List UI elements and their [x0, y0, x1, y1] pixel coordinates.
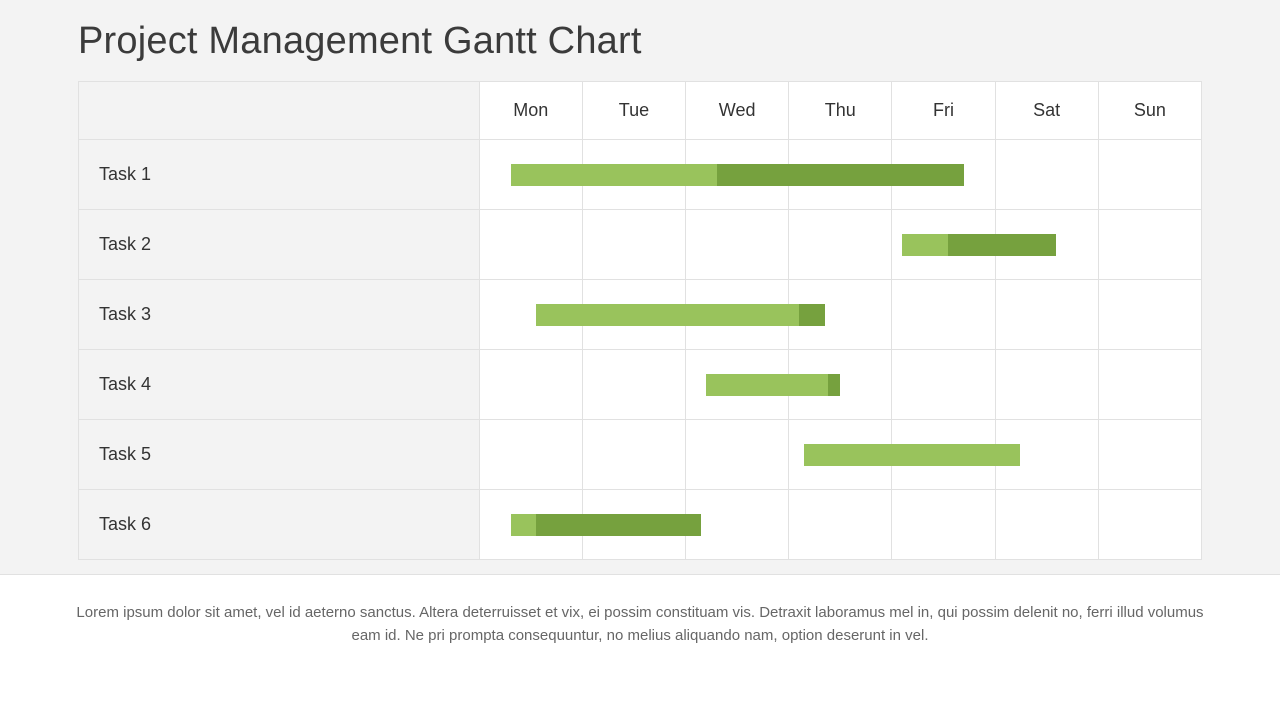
gantt-bar-segment-light: [804, 444, 1020, 466]
gantt-cell: [892, 350, 995, 420]
gantt-bar-segment-dark: [536, 514, 701, 536]
gantt-task-name: Task 5: [79, 420, 480, 490]
gantt-bar: [804, 444, 1020, 466]
gantt-cell: [582, 210, 685, 280]
gantt-cell: [995, 280, 1098, 350]
gantt-task-name: Task 3: [79, 280, 480, 350]
gantt-task-name: Task 2: [79, 210, 480, 280]
gantt-task-name: Task 1: [79, 140, 480, 210]
gantt-cell: [789, 490, 892, 560]
gantt-bar-segment-dark: [717, 164, 964, 186]
gantt-cell: [1098, 420, 1201, 490]
gantt-header-day: Sun: [1098, 82, 1201, 140]
gantt-bar: [536, 304, 824, 326]
gantt-bar-segment-dark: [948, 234, 1056, 256]
table-row: Task 1: [79, 140, 1202, 210]
gantt-bar-segment-light: [536, 304, 799, 326]
table-row: Task 2: [79, 210, 1202, 280]
gantt-cell: [479, 490, 582, 560]
gantt-cell: [789, 210, 892, 280]
gantt-cell: [1098, 210, 1201, 280]
table-row: Task 4: [79, 350, 1202, 420]
gantt-cell: [1098, 280, 1201, 350]
gantt-header-day: Sat: [995, 82, 1098, 140]
gantt-chart: Mon Tue Wed Thu Fri Sat Sun Task 1Task 2…: [78, 81, 1202, 560]
gantt-header-day: Fri: [892, 82, 995, 140]
gantt-cell: [582, 350, 685, 420]
gantt-header-day: Tue: [582, 82, 685, 140]
gantt-header-empty: [79, 82, 480, 140]
gantt-cell: [479, 210, 582, 280]
gantt-cell: [479, 280, 582, 350]
table-row: Task 5: [79, 420, 1202, 490]
gantt-cell: [582, 420, 685, 490]
gantt-task-name: Task 4: [79, 350, 480, 420]
gantt-bar-segment-dark: [828, 374, 840, 396]
gantt-bar-segment-light: [902, 234, 948, 256]
gantt-cell: [892, 280, 995, 350]
gantt-header-day: Wed: [686, 82, 789, 140]
gantt-header-day: Thu: [789, 82, 892, 140]
gantt-cell: [1098, 140, 1201, 210]
footer-text: Lorem ipsum dolor sit amet, vel id aeter…: [0, 574, 1280, 648]
gantt-bar: [902, 234, 1057, 256]
gantt-bar-segment-light: [706, 374, 828, 396]
gantt-cell: [1098, 350, 1201, 420]
gantt-bar-segment-light: [511, 164, 717, 186]
gantt-cell: [995, 490, 1098, 560]
gantt-cell: [479, 420, 582, 490]
gantt-cell: [686, 210, 789, 280]
gantt-cell: [995, 350, 1098, 420]
gantt-bar: [511, 514, 702, 536]
gantt-cell: [892, 490, 995, 560]
gantt-cell: [1098, 490, 1201, 560]
gantt-header-day: Mon: [479, 82, 582, 140]
table-row: Task 6: [79, 490, 1202, 560]
table-row: Task 3: [79, 280, 1202, 350]
gantt-task-name: Task 6: [79, 490, 480, 560]
gantt-bar-segment-light: [511, 514, 537, 536]
gantt-cell: [479, 350, 582, 420]
gantt-cell: [995, 140, 1098, 210]
gantt-bar: [706, 374, 840, 396]
gantt-cell: [479, 140, 582, 210]
gantt-bar-segment-dark: [799, 304, 825, 326]
gantt-bar: [511, 164, 964, 186]
page-title: Project Management Gantt Chart: [78, 20, 1202, 63]
gantt-cell: [686, 420, 789, 490]
